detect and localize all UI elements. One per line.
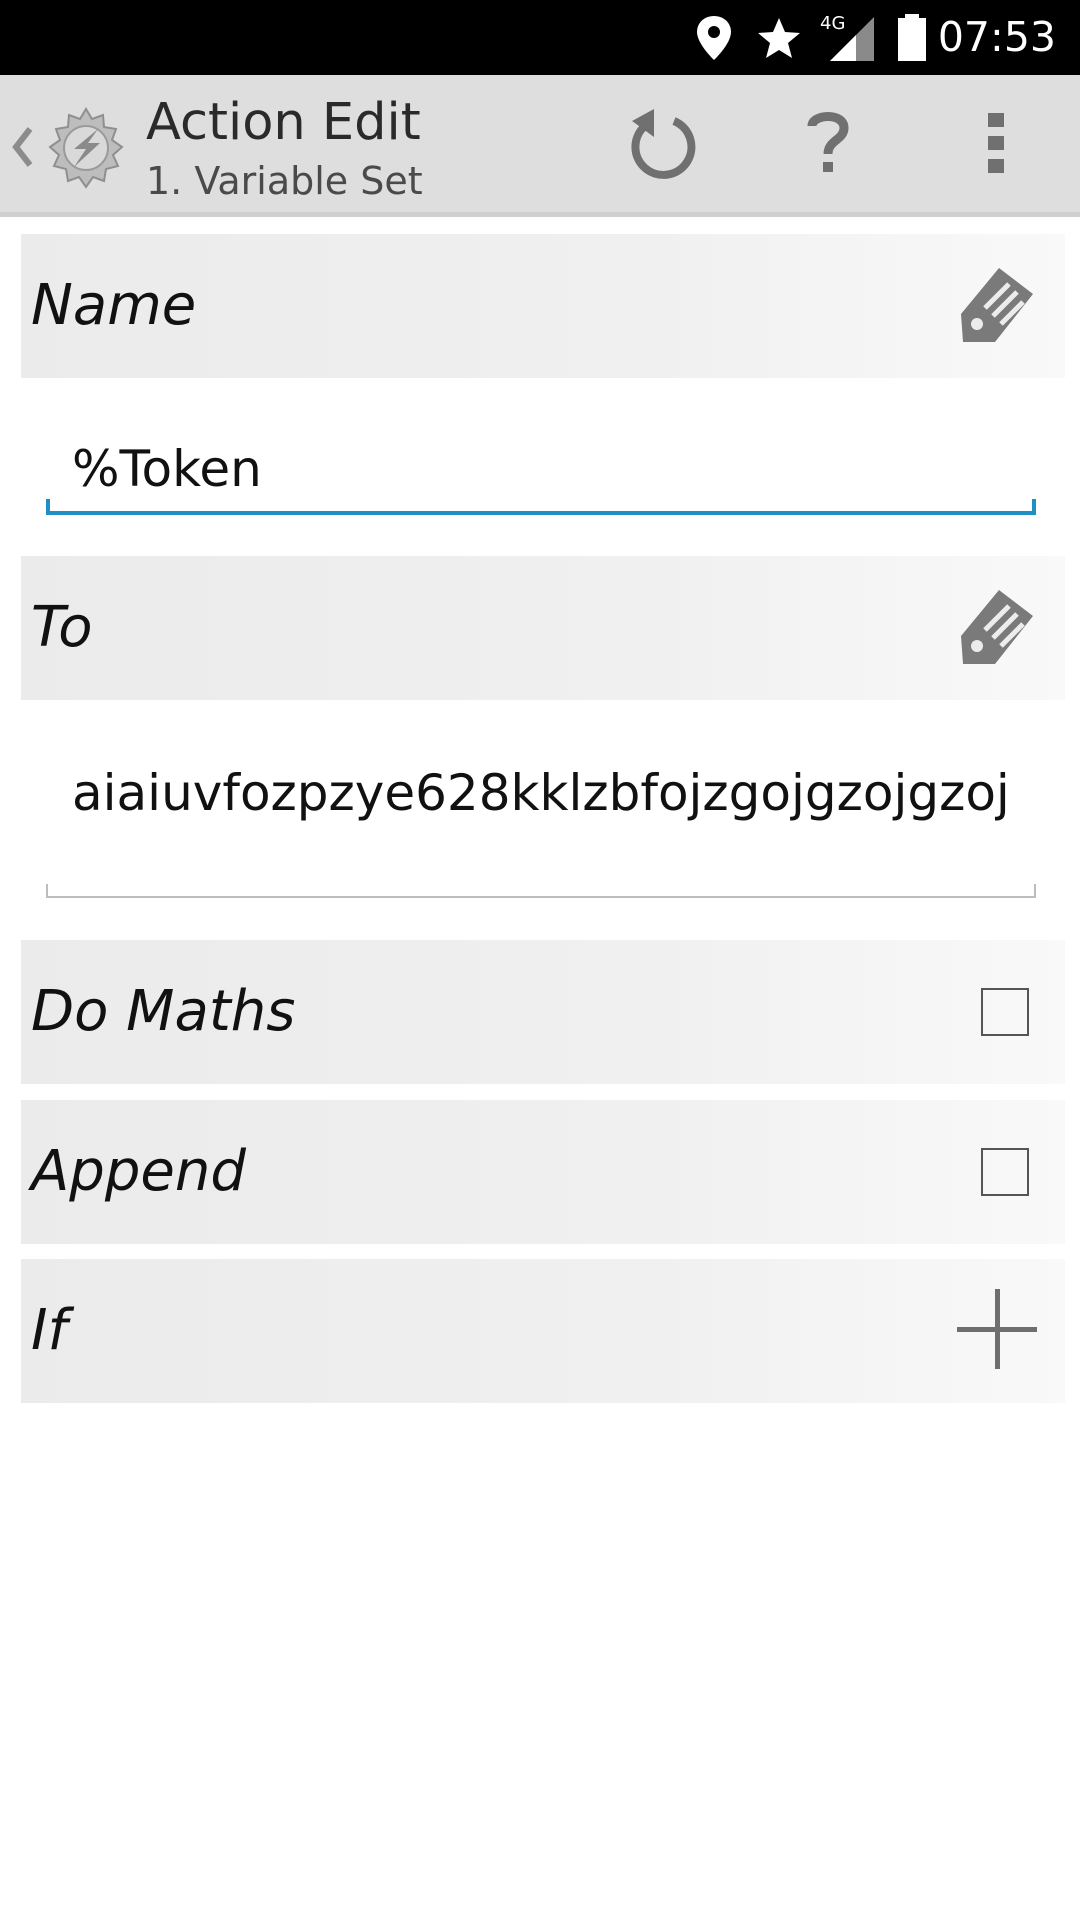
help-button[interactable] bbox=[778, 95, 878, 195]
param-label-do-maths: Do Maths bbox=[31, 979, 296, 1044]
param-row-if: If bbox=[21, 1259, 1065, 1403]
name-field-value: %Token bbox=[72, 440, 262, 498]
param-row-do-maths: Do Maths bbox=[21, 940, 1065, 1084]
tag-edit-icon bbox=[957, 584, 1037, 672]
back-chevron-icon[interactable] bbox=[10, 117, 34, 177]
undo-button[interactable] bbox=[610, 95, 710, 195]
undo-icon bbox=[624, 103, 696, 187]
overflow-menu-button[interactable] bbox=[946, 95, 1046, 195]
to-field-value: aiaiuvfozpzye628kklzbfojzgojgzojgzoj bbox=[72, 764, 1010, 822]
network-type-label: 4G bbox=[820, 13, 845, 34]
clock: 07:53 bbox=[937, 13, 1056, 61]
add-condition-button[interactable] bbox=[947, 1281, 1047, 1381]
param-row-to: To bbox=[21, 556, 1065, 700]
screen-title: Action Edit bbox=[146, 93, 421, 152]
param-row-append: Append bbox=[21, 1100, 1065, 1244]
do-maths-checkbox[interactable] bbox=[981, 988, 1029, 1036]
param-label-name: Name bbox=[31, 273, 197, 338]
app-logo-icon[interactable] bbox=[40, 103, 132, 195]
plus-icon bbox=[955, 1287, 1039, 1375]
param-label-to: To bbox=[31, 595, 93, 660]
tag-edit-icon bbox=[957, 262, 1037, 350]
battery-icon bbox=[896, 0, 928, 75]
param-label-append: Append bbox=[31, 1139, 246, 1204]
param-row-name: Name bbox=[21, 234, 1065, 378]
action-bar: Action Edit 1. Variable Set bbox=[0, 75, 1080, 217]
to-edit-button[interactable] bbox=[947, 578, 1047, 678]
overflow-menu-icon bbox=[984, 111, 1008, 179]
append-checkbox[interactable] bbox=[981, 1148, 1029, 1196]
name-edit-button[interactable] bbox=[947, 256, 1047, 356]
name-field[interactable]: %Token bbox=[46, 400, 1036, 515]
location-icon bbox=[694, 0, 734, 75]
screen-subtitle: 1. Variable Set bbox=[146, 159, 423, 203]
status-bar: 4G 07:53 bbox=[0, 0, 1080, 75]
to-field[interactable]: aiaiuvfozpzye628kklzbfojzgojgzojgzoj bbox=[46, 720, 1036, 898]
star-icon bbox=[756, 0, 802, 75]
signal-icon: 4G bbox=[820, 0, 876, 75]
param-label-if: If bbox=[31, 1298, 68, 1363]
help-icon bbox=[804, 108, 852, 182]
